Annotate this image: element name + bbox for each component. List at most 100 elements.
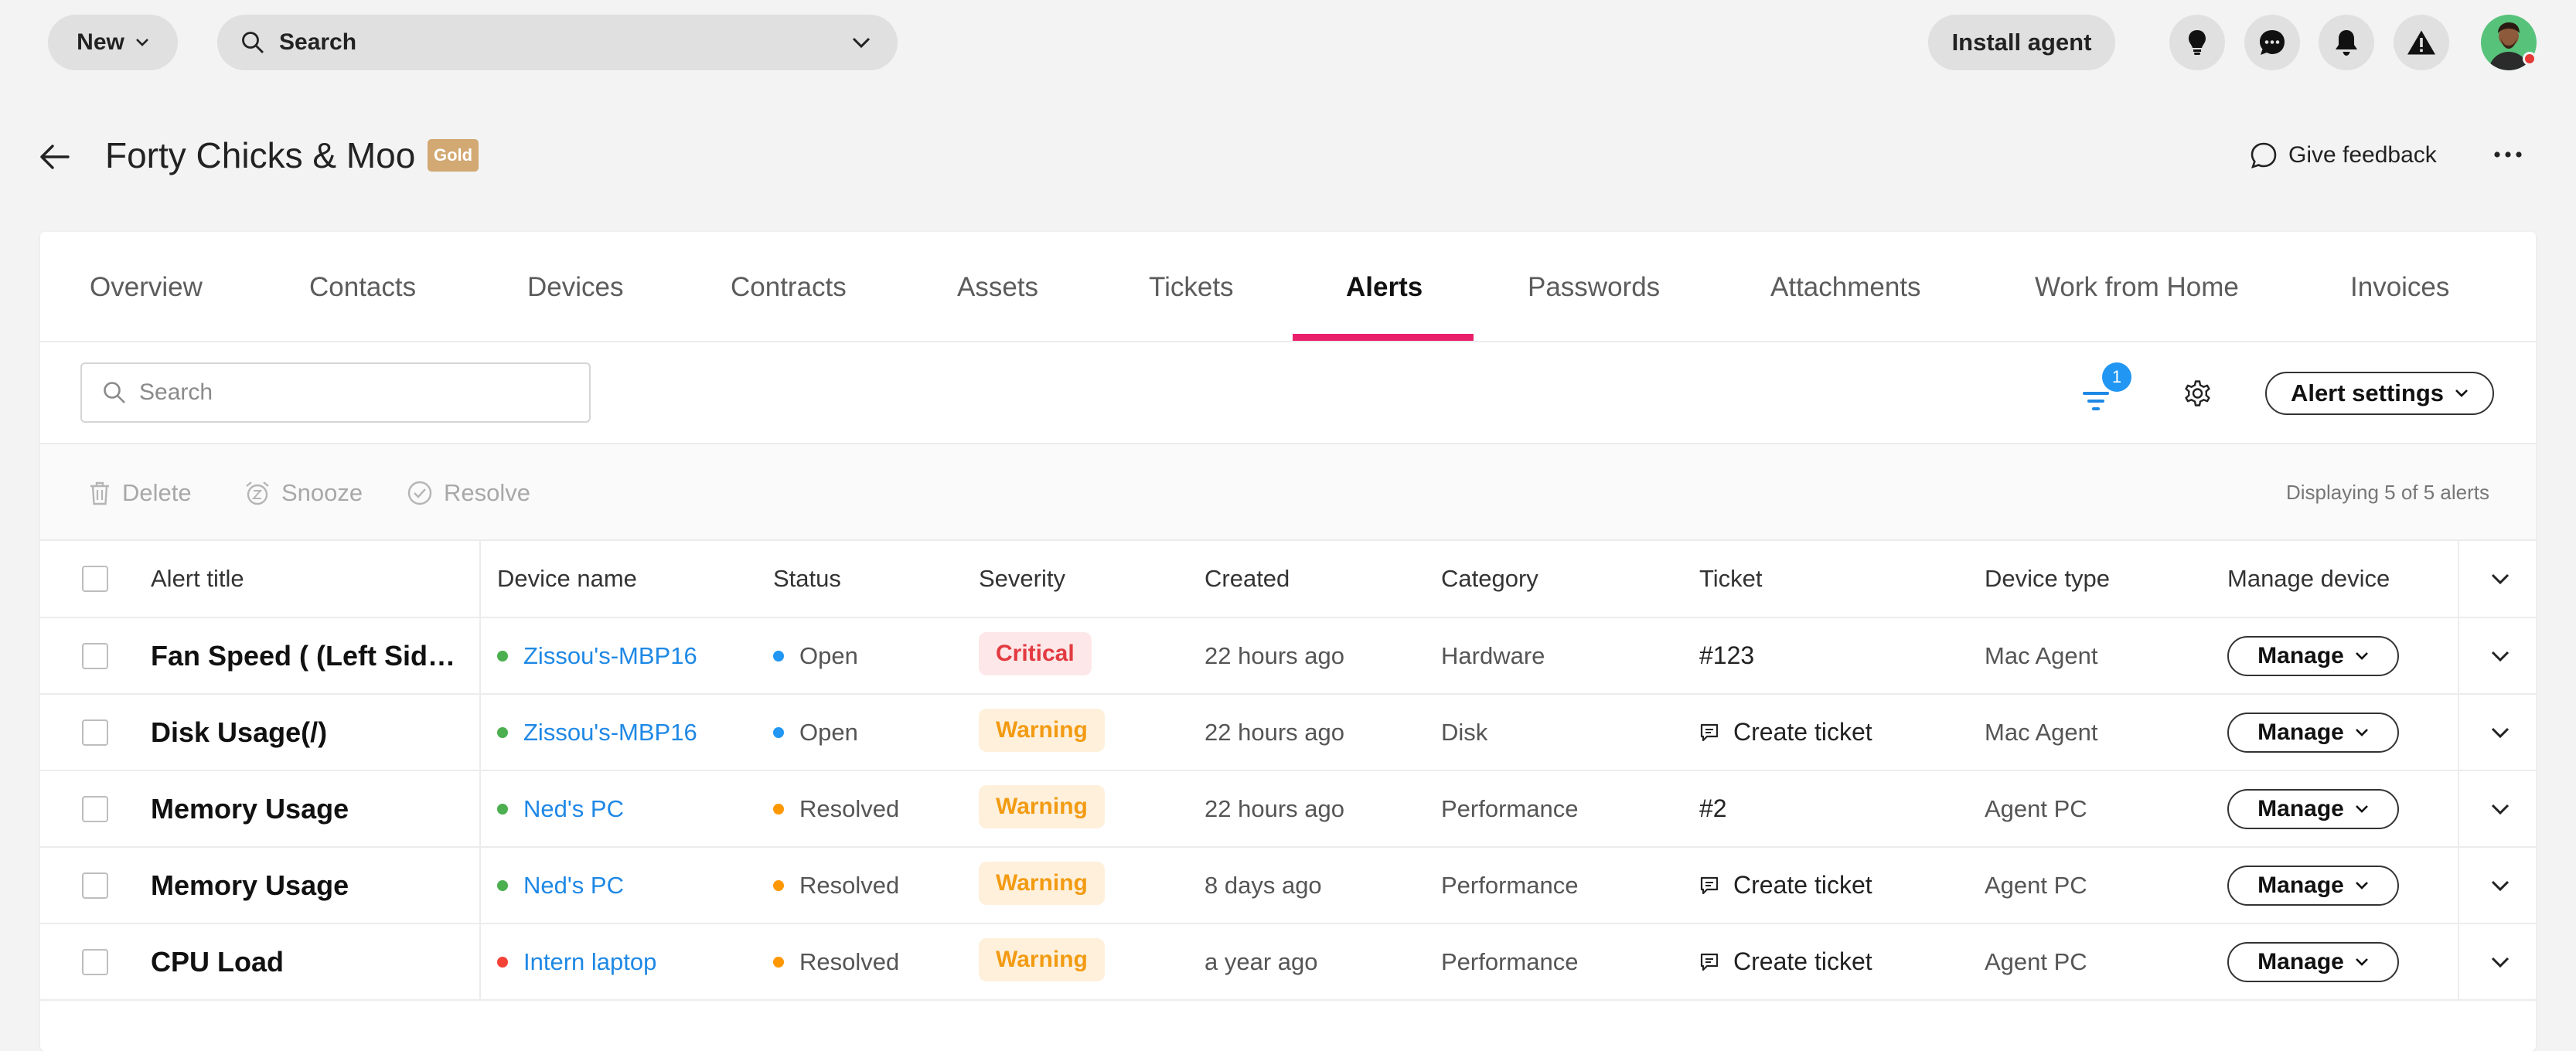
alerts-toolbar: 1 Alert settings [40,342,2536,444]
alerts-table: Alert title Device name Status Severity … [40,541,2536,1001]
lightbulb-button[interactable] [2169,15,2225,70]
tab-alerts[interactable]: Alerts [1346,232,1423,342]
device-name-link[interactable]: Ned's PC [523,795,624,823]
created-time: 8 days ago [1205,871,1322,899]
column-divider [479,541,481,617]
table-row[interactable]: Memory Usage Ned's PC Resolved Warning 8 day… [40,848,2536,924]
tab-passwords[interactable]: Passwords [1528,232,1660,342]
create-ticket-button[interactable]: Create ticket [1699,871,1872,900]
device-name-link[interactable]: Zissou's-MBP16 [523,719,697,747]
ticket-link[interactable]: #2 [1699,794,1727,823]
severity-badge: Warning [979,861,1105,905]
alert-title[interactable]: Disk Usage(/) [151,716,460,749]
new-button[interactable]: New [48,15,178,70]
create-ticket-label: Create ticket [1733,718,1872,746]
column-header-ticket[interactable]: Ticket [1699,541,1763,617]
row-checkbox[interactable] [82,872,108,899]
ticket-link[interactable]: #123 [1699,641,1754,670]
manage-label: Manage [2257,642,2344,668]
column-header-created[interactable]: Created [1205,541,1290,617]
warnings-button[interactable] [2394,15,2449,70]
device-name-link[interactable]: Zissou's-MBP16 [523,642,697,670]
tab-assets[interactable]: Assets [957,232,1038,342]
column-divider [2458,618,2459,693]
chat-icon [2260,30,2285,55]
tab-attachments[interactable]: Attachments [1770,232,1921,342]
manage-label: Manage [2257,719,2344,745]
manage-label: Manage [2257,872,2344,898]
column-divider [2458,924,2459,999]
column-header-status[interactable]: Status [773,541,841,617]
device-status-dot [497,879,508,891]
device-status-dot [497,726,508,738]
more-options-icon[interactable] [2491,141,2525,168]
manage-button[interactable]: Manage [2227,865,2399,906]
column-header-device-name[interactable]: Device name [497,541,637,617]
row-expand-button[interactable] [2465,771,2536,846]
manage-button[interactable]: Manage [2227,788,2399,829]
status-dot [773,803,784,815]
create-ticket-button[interactable]: Create ticket [1699,947,1872,976]
device-name-link[interactable]: Ned's PC [523,872,624,900]
row-checkbox[interactable] [82,719,108,746]
tier-badge: Gold [428,139,479,172]
chat-button[interactable] [2244,15,2300,70]
tab-overview[interactable]: Overview [90,232,203,342]
alert-settings-label: Alert settings [2290,379,2445,406]
alert-title[interactable]: Memory Usage [151,793,460,825]
notifications-button[interactable] [2319,15,2374,70]
manage-button[interactable]: Manage [2227,635,2399,676]
manage-button[interactable]: Manage [2227,712,2399,753]
chevron-down-icon[interactable] [851,36,871,49]
device-name-link[interactable]: Intern laptop [523,948,656,976]
row-expand-button[interactable] [2465,924,2536,999]
chevron-down-icon [2491,804,2510,815]
table-row[interactable]: CPU Load Intern laptop Resolved Warning a ye… [40,924,2536,1001]
created-time: 22 hours ago [1205,718,1344,746]
manage-button[interactable]: Manage [2227,941,2399,982]
table-row[interactable]: Disk Usage(/) Zissou's-MBP16 Open Warning 22… [40,695,2536,771]
tab-devices[interactable]: Devices [527,232,623,342]
row-expand-button[interactable] [2465,848,2536,923]
column-header-severity[interactable]: Severity [979,541,1065,617]
tab-work-from-home[interactable]: Work from Home [2035,232,2239,342]
alert-search-box[interactable] [80,362,591,423]
column-header-manage-device[interactable]: Manage device [2227,541,2390,617]
severity-badge: Warning [979,708,1105,752]
row-checkbox[interactable] [82,948,108,975]
global-search[interactable]: Search [217,15,898,70]
expand-all-button[interactable] [2465,541,2536,617]
select-all-checkbox[interactable] [82,566,108,592]
back-arrow-icon[interactable] [37,139,73,175]
give-feedback-button[interactable]: Give feedback [2250,139,2437,172]
alert-category: Disk [1441,718,1488,746]
resolve-button[interactable]: Resolve [407,444,530,541]
bulk-action-bar: Delete Snooze Resolve Displaying 5 of 5 … [40,444,2536,541]
alert-search-input[interactable] [139,379,572,406]
tab-invoices[interactable]: Invoices [2350,232,2449,342]
column-header-alert-title[interactable]: Alert title [151,541,244,617]
alert-title[interactable]: Fan Speed ( (Left Side) Fan Speed ) [151,640,460,672]
install-agent-button[interactable]: Install agent [1928,15,2115,70]
active-tab-indicator [1293,334,1474,341]
table-row[interactable]: Memory Usage Ned's PC Resolved Warning 22 ho… [40,771,2536,848]
row-expand-button[interactable] [2465,695,2536,770]
tab-tickets[interactable]: Tickets [1149,232,1234,342]
tab-contracts[interactable]: Contracts [731,232,847,342]
gear-icon[interactable] [2180,376,2214,410]
row-checkbox[interactable] [82,795,108,822]
tab-contacts[interactable]: Contacts [309,232,416,342]
row-checkbox[interactable] [82,642,108,669]
row-expand-button[interactable] [2465,618,2536,693]
manage-label: Manage [2257,948,2344,974]
snooze-button[interactable]: Snooze [244,444,363,541]
alert-title[interactable]: Memory Usage [151,869,460,902]
table-row[interactable]: Fan Speed ( (Left Side) Fan Speed ) Zisso… [40,618,2536,695]
alert-title[interactable]: CPU Load [151,946,460,978]
alert-settings-button[interactable]: Alert settings [2265,372,2494,415]
delete-button[interactable]: Delete [88,444,192,541]
column-header-device-type[interactable]: Device type [1985,541,2110,617]
create-ticket-button[interactable]: Create ticket [1699,718,1872,747]
ticket-comment-icon [1700,723,1719,741]
column-header-category[interactable]: Category [1441,541,1538,617]
